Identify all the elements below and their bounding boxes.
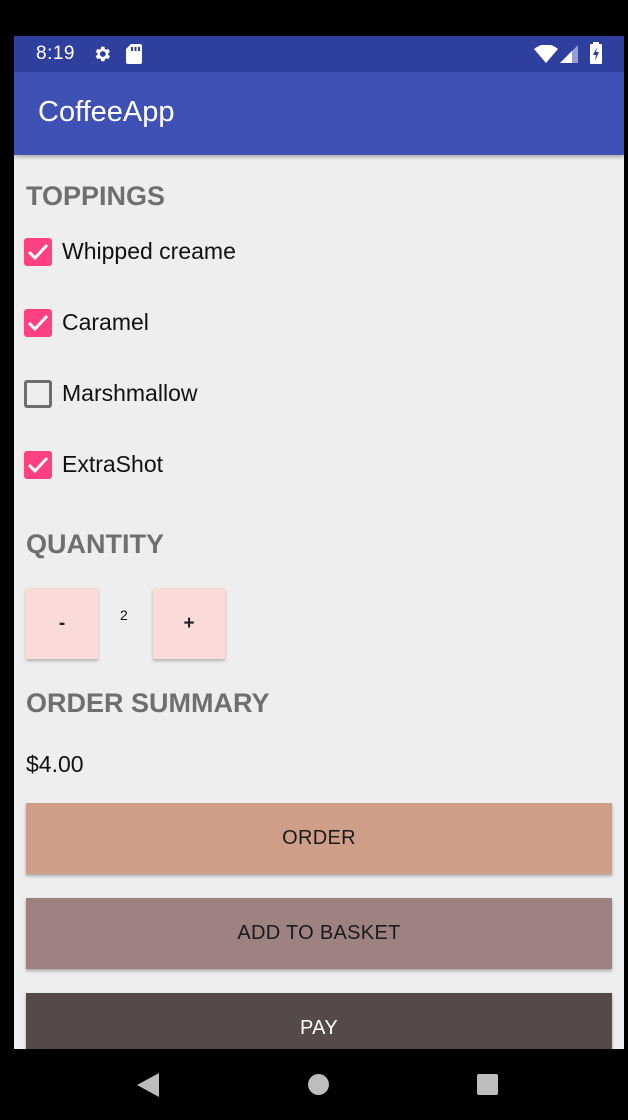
status-time: 8:19 xyxy=(36,43,75,64)
order-button[interactable]: ORDER xyxy=(26,803,612,874)
decrement-button[interactable]: - xyxy=(26,588,98,659)
topping-whipped-creame[interactable]: Whipped creame xyxy=(24,232,424,272)
topping-extrashot[interactable]: ExtraShot xyxy=(24,445,424,485)
device-frame: 8:19 CoffeeApp TOPPINGS Whipped creame C… xyxy=(0,0,628,1120)
signal-icon xyxy=(560,45,578,63)
topping-label: Marshmallow xyxy=(62,380,198,406)
quantity-heading: QUANTITY xyxy=(26,529,164,559)
wifi-icon xyxy=(534,45,558,63)
checkbox-checked-icon[interactable] xyxy=(24,451,52,479)
add-to-basket-button[interactable]: ADD TO BASKET xyxy=(26,898,612,969)
quantity-value: 2 xyxy=(120,607,128,623)
app-screen: 8:19 CoffeeApp TOPPINGS Whipped creame C… xyxy=(14,36,624,1049)
topping-caramel[interactable]: Caramel xyxy=(24,303,424,343)
app-title: CoffeeApp xyxy=(38,96,175,128)
topping-label: Caramel xyxy=(62,309,149,335)
topping-label: ExtraShot xyxy=(62,451,163,477)
battery-icon xyxy=(590,42,602,64)
home-icon[interactable] xyxy=(308,1074,329,1095)
status-bar: 8:19 xyxy=(14,36,624,72)
navigation-bar xyxy=(0,1049,628,1120)
toppings-heading: TOPPINGS xyxy=(26,181,166,211)
pay-button[interactable]: PAY xyxy=(26,993,612,1049)
recent-apps-icon[interactable] xyxy=(477,1074,498,1095)
sd-card-icon xyxy=(126,44,142,64)
checkbox-checked-icon[interactable] xyxy=(24,238,52,266)
order-summary-heading: ORDER SUMMARY xyxy=(26,688,270,718)
settings-icon xyxy=(95,46,110,62)
topping-marshmallow[interactable]: Marshmallow xyxy=(24,374,424,414)
checkbox-unchecked-icon[interactable] xyxy=(24,380,52,408)
checkbox-checked-icon[interactable] xyxy=(24,309,52,337)
app-bar: CoffeeApp xyxy=(14,72,624,155)
topping-label: Whipped creame xyxy=(62,238,236,264)
increment-button[interactable]: + xyxy=(153,588,225,659)
back-icon[interactable] xyxy=(137,1073,159,1097)
order-price: $4.00 xyxy=(26,751,84,777)
